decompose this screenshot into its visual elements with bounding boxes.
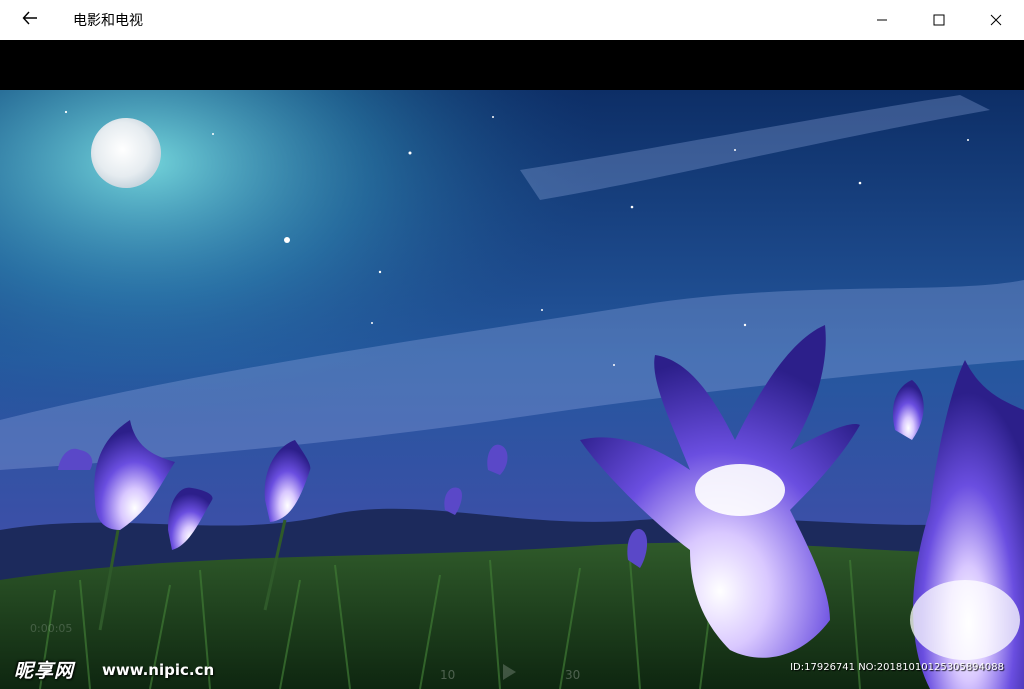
minimize-button[interactable] [853,0,910,40]
skip-forward-button[interactable]: 30 [565,668,580,682]
video-image [0,90,1024,689]
app-title: 电影和电视 [73,13,143,29]
watermark-url: www.nipic.cn [102,661,215,679]
back-arrow-icon [22,10,38,30]
video-frame[interactable] [0,90,1024,689]
play-button[interactable] [503,664,516,680]
skip-back-button[interactable]: 10 [440,668,455,682]
close-icon [990,11,1002,30]
title-bar: 电影和电视 [0,0,1024,40]
minimize-icon [876,11,888,30]
maximize-button[interactable] [910,0,967,40]
maximize-icon [933,11,945,30]
playback-time-label: 0:00:05 [30,622,73,635]
close-button[interactable] [967,0,1024,40]
watermark-logo: 昵享网 [14,660,75,682]
watermark-id: ID:17926741 NO:20181010125305894088 [790,662,1004,673]
back-button[interactable] [0,0,60,40]
window-controls [853,0,1024,40]
letterbox-top [0,40,1024,90]
